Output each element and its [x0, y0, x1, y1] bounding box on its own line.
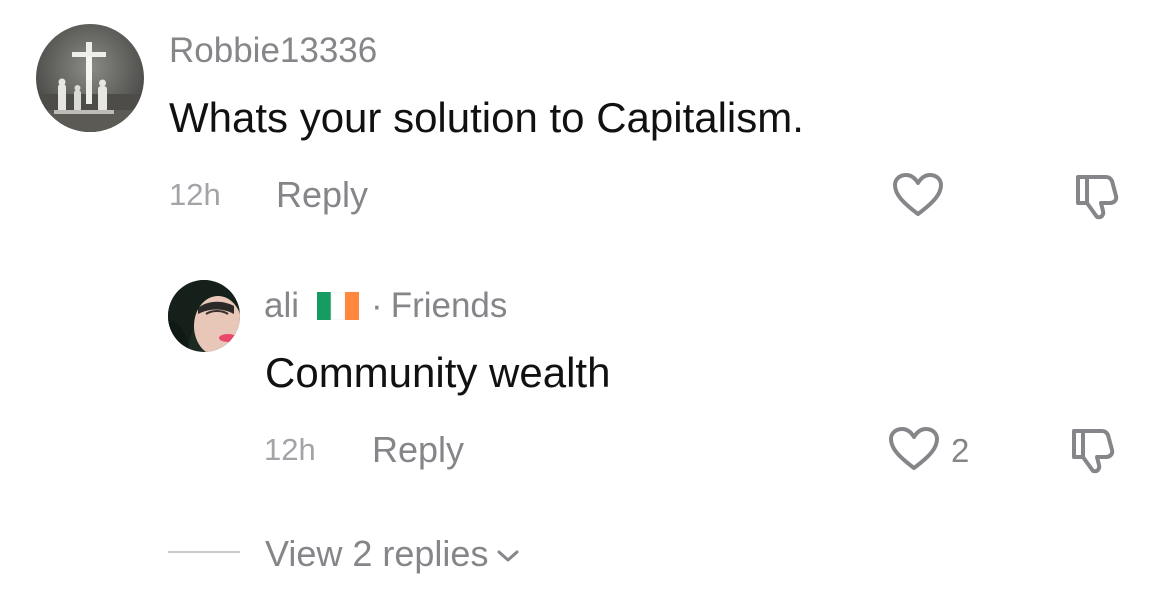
chevron-down-icon	[497, 550, 519, 562]
separator-dot: ·	[371, 286, 383, 325]
comment-timestamp: 12h	[169, 177, 221, 212]
commenter-username[interactable]: Robbie13336	[169, 33, 377, 68]
comment-text: Whats your solution to Capitalism.	[169, 94, 804, 141]
like-count: 2	[951, 432, 970, 469]
reply-timestamp: 12h	[264, 432, 316, 467]
friends-label: Friends	[390, 286, 508, 325]
crucifixion-statue-avatar	[36, 24, 144, 132]
thumbs-down-icon[interactable]	[1072, 172, 1122, 220]
replier-username[interactable]: ali	[264, 288, 299, 323]
reply-to-reply-button[interactable]: Reply	[372, 432, 464, 468]
reply-text: Community wealth	[265, 349, 611, 396]
ireland-flag-icon	[317, 291, 360, 320]
reply-header: ali · Friends	[264, 288, 507, 323]
user-face-avatar	[168, 280, 240, 352]
heart-icon[interactable]	[888, 426, 940, 472]
thumbs-down-icon[interactable]	[1068, 426, 1118, 474]
reply-button[interactable]: Reply	[276, 177, 368, 213]
view-replies-label: View 2 replies	[265, 533, 489, 574]
commenter-avatar[interactable]	[36, 24, 144, 132]
view-replies-button[interactable]: View 2 replies	[265, 536, 520, 572]
replier-avatar[interactable]	[168, 280, 240, 352]
replies-divider	[168, 551, 240, 553]
heart-icon[interactable]	[892, 172, 944, 218]
